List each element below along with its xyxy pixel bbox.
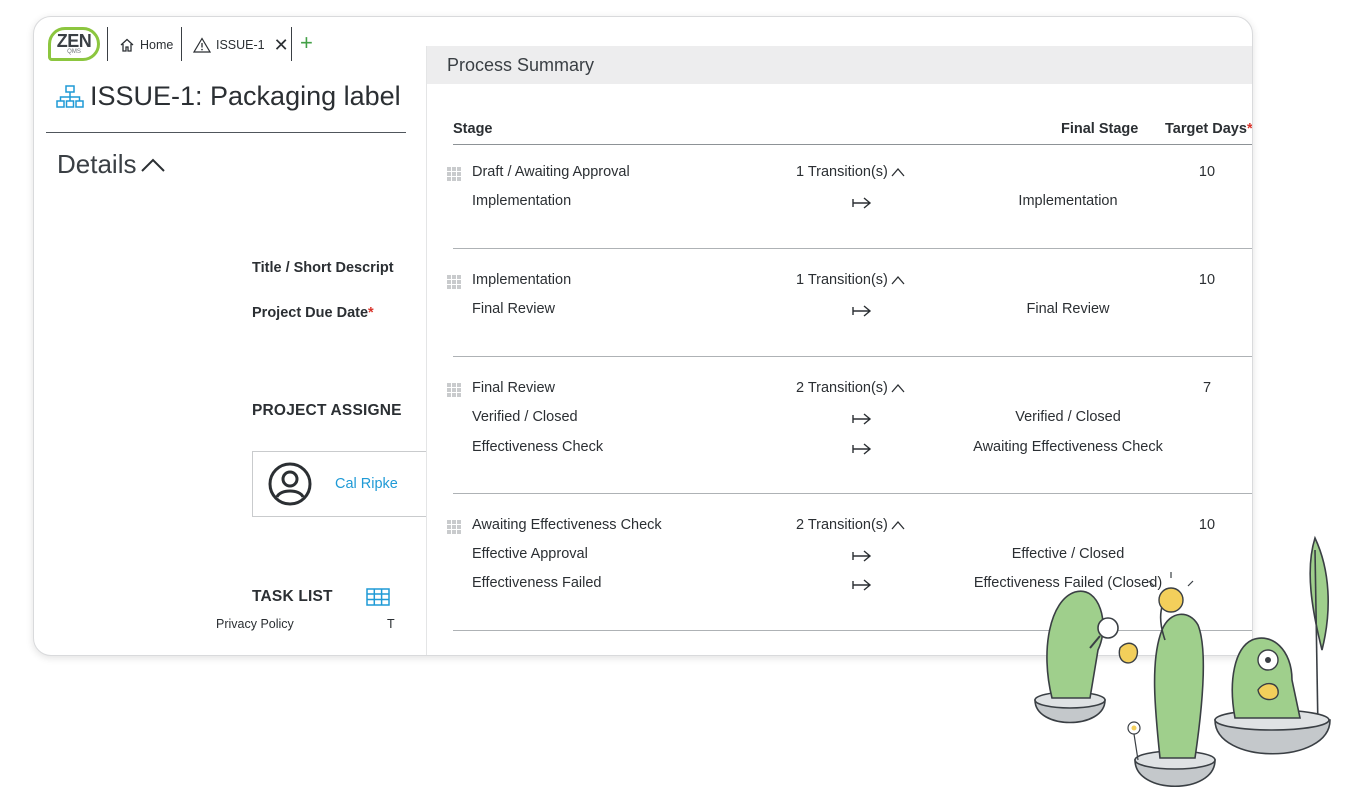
required-asterisk: * bbox=[1246, 121, 1253, 137]
org-chart-icon bbox=[56, 84, 84, 108]
chevron-up-icon bbox=[891, 384, 905, 393]
group-divider bbox=[453, 356, 1252, 357]
tab-issue-1[interactable]: ISSUE-1 ✕ bbox=[193, 34, 289, 56]
tab-issue-1-label: ISSUE-1 bbox=[216, 38, 265, 52]
column-header-final-stage: Final Stage bbox=[1061, 121, 1139, 137]
transition-final-stage: Final Review bbox=[1026, 301, 1110, 317]
process-summary-header: Process Summary bbox=[427, 46, 1252, 84]
logo-text: ZEN bbox=[56, 31, 92, 51]
process-summary-title: Process Summary bbox=[447, 54, 595, 75]
transition-name: Verified / Closed bbox=[472, 409, 578, 425]
chevron-up-icon bbox=[891, 276, 905, 285]
avatar-icon bbox=[268, 462, 312, 506]
arrow-right-icon bbox=[852, 550, 872, 562]
assignee-name[interactable]: Cal Ripke bbox=[335, 476, 398, 492]
stage-name: Implementation bbox=[472, 272, 572, 288]
transition-final-stage: Awaiting Effectiveness Check bbox=[973, 439, 1163, 455]
stage-name: Draft / Awaiting Approval bbox=[472, 164, 630, 180]
chevron-up-icon bbox=[141, 158, 166, 172]
chevron-up-icon bbox=[891, 521, 905, 530]
transitions-toggle[interactable]: 2 Transition(s) bbox=[796, 380, 905, 396]
details-section-toggle[interactable]: Details bbox=[57, 149, 166, 180]
transition-final-stage: Implementation bbox=[1018, 193, 1118, 209]
transitions-toggle[interactable]: 2 Transition(s) bbox=[796, 517, 905, 533]
transition-name: Implementation bbox=[472, 193, 572, 209]
target-days-value[interactable]: 10 bbox=[1187, 164, 1227, 180]
arrow-right-icon bbox=[852, 197, 872, 209]
close-icon[interactable]: ✕ bbox=[274, 35, 289, 56]
group-divider bbox=[453, 493, 1252, 494]
stage-name: Awaiting Effectiveness Check bbox=[472, 517, 662, 533]
column-header-stage: Stage bbox=[453, 121, 493, 137]
task-list-label: TASK LIST bbox=[252, 588, 333, 605]
transition-row: Verified / Closed Verified / Closed bbox=[427, 409, 1252, 429]
stage-row: Final Review 2 Transition(s) 7 bbox=[427, 380, 1252, 400]
drag-handle-icon[interactable] bbox=[447, 520, 461, 534]
stage-name: Final Review bbox=[472, 380, 555, 396]
header-divider bbox=[453, 144, 1252, 145]
tab-home[interactable]: Home bbox=[119, 34, 173, 56]
tab-divider bbox=[291, 27, 292, 61]
chevron-up-icon bbox=[891, 168, 905, 177]
details-heading: Details bbox=[57, 149, 137, 179]
terms-link[interactable]: T bbox=[387, 617, 395, 631]
transition-name: Effectiveness Failed bbox=[472, 575, 602, 591]
transition-name: Effective Approval bbox=[472, 546, 588, 562]
drag-handle-icon[interactable] bbox=[447, 383, 461, 397]
transition-row: Final Review Final Review bbox=[427, 301, 1252, 321]
transitions-toggle[interactable]: 1 Transition(s) bbox=[796, 272, 905, 288]
transition-final-stage: Verified / Closed bbox=[1015, 409, 1121, 425]
transition-name: Final Review bbox=[472, 301, 555, 317]
table-grid-icon[interactable] bbox=[366, 588, 390, 606]
tab-divider bbox=[181, 27, 182, 61]
drag-handle-icon[interactable] bbox=[447, 167, 461, 181]
arrow-right-icon bbox=[852, 443, 872, 455]
privacy-policy-link[interactable]: Privacy Policy bbox=[216, 617, 294, 631]
due-date-field-label: Project Due Date* bbox=[252, 305, 374, 321]
team-characters-illustration bbox=[1034, 535, 1331, 787]
transition-row: Effectiveness Check Awaiting Effectivene… bbox=[427, 439, 1252, 459]
transition-row: Implementation Implementation bbox=[427, 193, 1252, 213]
project-assignees-label: PROJECT ASSIGNE bbox=[252, 402, 402, 419]
home-icon bbox=[120, 38, 134, 52]
drag-handle-icon[interactable] bbox=[447, 275, 461, 289]
title-field-label: Title / Short Descript bbox=[252, 260, 394, 276]
add-tab-button[interactable]: + bbox=[300, 31, 313, 55]
column-header-target-days: Target Days* bbox=[1165, 121, 1253, 137]
warning-icon bbox=[193, 37, 211, 53]
arrow-right-icon bbox=[852, 579, 872, 591]
page-title-text: ISSUE-1: Packaging label bbox=[90, 81, 401, 111]
tab-home-label: Home bbox=[140, 38, 174, 52]
arrow-right-icon bbox=[852, 305, 872, 317]
stage-row: Implementation 1 Transition(s) 10 bbox=[427, 272, 1252, 292]
title-divider bbox=[46, 132, 406, 133]
assignee-card[interactable]: Cal Ripke bbox=[252, 451, 452, 517]
group-divider bbox=[453, 248, 1252, 249]
arrow-right-icon bbox=[852, 413, 872, 425]
required-asterisk: * bbox=[368, 305, 374, 321]
transition-name: Effectiveness Check bbox=[472, 439, 604, 455]
target-days-value[interactable]: 7 bbox=[1187, 380, 1227, 396]
target-days-value[interactable]: 10 bbox=[1187, 272, 1227, 288]
transitions-toggle[interactable]: 1 Transition(s) bbox=[796, 164, 905, 180]
zen-qms-logo[interactable]: ZEN QMS bbox=[48, 27, 100, 61]
page-title: ISSUE-1: Packaging label bbox=[56, 81, 401, 112]
tab-divider bbox=[107, 27, 108, 61]
logo-subtext: QMS bbox=[67, 49, 81, 55]
stage-row: Draft / Awaiting Approval 1 Transition(s… bbox=[427, 164, 1252, 184]
